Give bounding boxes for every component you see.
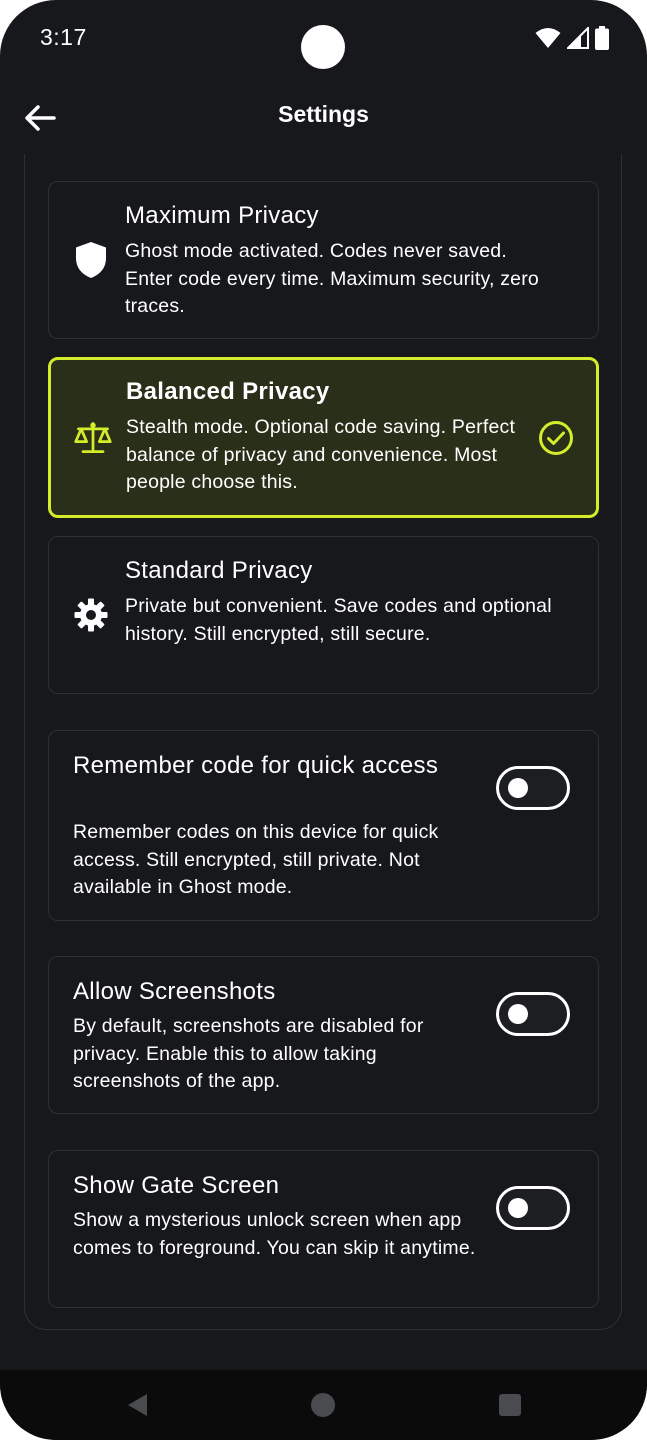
toggle-card-show-gate-screen: Show Gate Screen Show a mysterious unloc… (48, 1150, 599, 1308)
battery-icon (595, 26, 609, 50)
balance-scale-icon (73, 418, 113, 458)
nav-recents-button[interactable] (495, 1390, 525, 1420)
page-title: Settings (278, 101, 369, 127)
privacy-mode-standard[interactable]: Standard Privacy Private but convenient.… (48, 536, 599, 694)
cell-signal-icon (567, 27, 589, 49)
wifi-icon (535, 28, 561, 48)
privacy-mode-description: Private but convenient. Save codes and o… (125, 595, 552, 645)
status-bar: 3:17 (0, 0, 647, 76)
privacy-mode-description: Stealth mode. Optional code saving. Perf… (126, 416, 516, 493)
privacy-mode-title: Standard Privacy (125, 557, 313, 584)
shield-icon (71, 240, 111, 280)
switch-knob (508, 1198, 528, 1218)
nav-back-button[interactable] (122, 1390, 152, 1420)
square-recents-icon (499, 1394, 521, 1416)
circle-home-icon (311, 1393, 335, 1417)
nav-home-button[interactable] (308, 1390, 338, 1420)
privacy-mode-title: Balanced Privacy (126, 378, 330, 405)
switch-knob (508, 778, 528, 798)
toggle-card-remember-code: Remember code for quick access Remember … (48, 730, 599, 921)
app-header: Settings (0, 80, 647, 154)
gear-icon (71, 595, 111, 635)
phone-screen: 3:17 Settings Maximum Privacy Ghost mode… (0, 0, 647, 1440)
toggle-description: Show a mysterious unlock screen when app… (73, 1209, 476, 1259)
privacy-mode-description: Ghost mode activated. Codes never saved.… (125, 240, 539, 317)
system-nav-bar (0, 1370, 647, 1440)
toggle-description: Remember codes on this device for quick … (73, 821, 439, 898)
triangle-back-icon (128, 1394, 147, 1416)
privacy-mode-title: Maximum Privacy (125, 202, 319, 229)
camera-cutout (301, 25, 345, 69)
privacy-mode-maximum[interactable]: Maximum Privacy Ghost mode activated. Co… (48, 181, 599, 339)
toggle-description: By default, screenshots are disabled for… (73, 1015, 424, 1092)
toggle-title: Remember code for quick access (73, 752, 439, 779)
toggle-title: Show Gate Screen (73, 1172, 280, 1199)
show-gate-screen-switch[interactable] (496, 1186, 570, 1230)
check-circle-icon (539, 421, 573, 455)
privacy-mode-balanced[interactable]: Balanced Privacy Stealth mode. Optional … (48, 357, 599, 518)
status-icons (535, 26, 609, 50)
switch-knob (508, 1004, 528, 1024)
allow-screenshots-switch[interactable] (496, 992, 570, 1036)
remember-code-switch[interactable] (496, 766, 570, 810)
toggle-title: Allow Screenshots (73, 978, 276, 1005)
status-time: 3:17 (40, 24, 87, 50)
toggle-card-allow-screenshots: Allow Screenshots By default, screenshot… (48, 956, 599, 1114)
